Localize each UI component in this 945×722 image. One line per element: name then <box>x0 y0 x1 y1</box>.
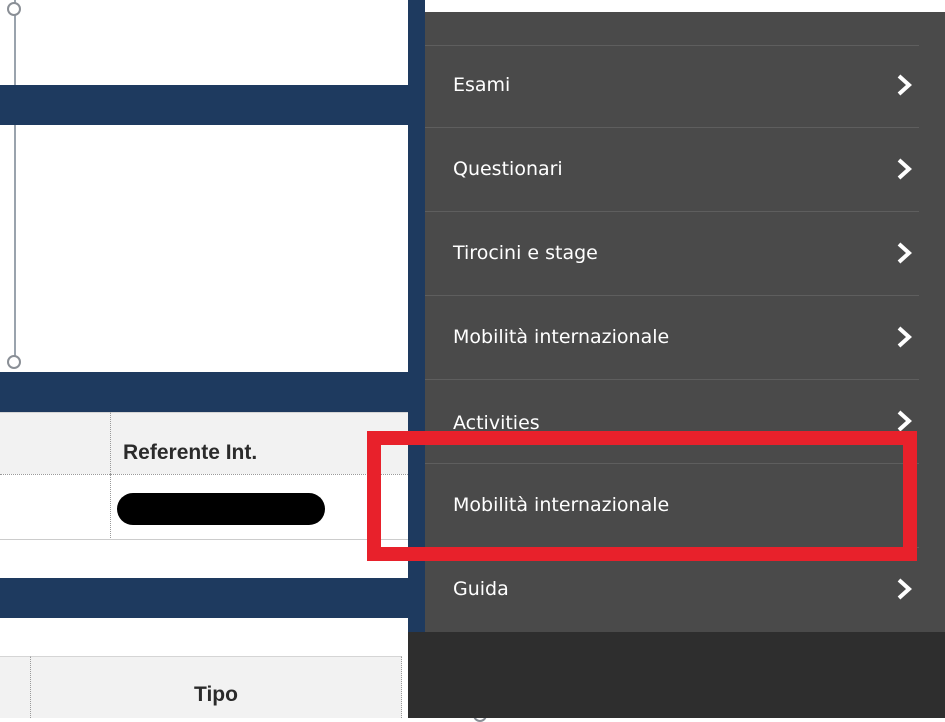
menu-item-esami[interactable]: Esami <box>425 46 919 128</box>
chevron-right-icon <box>897 158 912 180</box>
menu-item-label: Guida <box>453 578 509 600</box>
selection-frame-line <box>14 0 16 360</box>
table-header-cell <box>0 656 30 718</box>
section-header-bar <box>0 85 410 125</box>
menu-item-guida[interactable]: Guida <box>425 550 919 632</box>
menu-top-gap <box>408 0 945 12</box>
referente-column-header: Referente Int. <box>110 412 410 474</box>
menu-footer <box>408 632 945 718</box>
section-header-bar <box>0 578 410 618</box>
menu-item-label: Questionari <box>453 158 563 180</box>
chevron-right-icon <box>897 326 912 348</box>
menu-item-label: Mobilità internazionale <box>453 326 670 348</box>
menu-item-mobilita[interactable]: Mobilità internazionale <box>425 298 919 380</box>
table-row-divider <box>0 539 410 540</box>
section-header-bar <box>0 372 410 412</box>
menu-item-mobilita-internazionale-sub[interactable]: Mobilità internazionale <box>425 466 919 548</box>
tipo-column-header: Tipo <box>30 656 402 718</box>
chevron-right-icon <box>897 578 912 600</box>
chevron-right-icon <box>897 242 912 264</box>
menu-item-tirocini[interactable]: Tirocini e stage <box>425 214 919 296</box>
menu-item-label: Mobilità internazionale <box>453 494 670 516</box>
redacted-name <box>117 493 325 525</box>
resize-handle[interactable] <box>7 355 21 369</box>
menu-accent-bar <box>408 0 425 632</box>
menu-item-activities[interactable]: Activities <box>425 382 919 464</box>
page-content: Referente Int. Tipo <box>0 0 410 718</box>
chevron-right-icon <box>897 410 912 432</box>
menu-item-label: Esami <box>453 74 511 96</box>
menu-item-label: Activities <box>453 412 540 434</box>
table-header-cell <box>0 412 110 474</box>
menu-item-questionari[interactable]: Questionari <box>425 130 919 212</box>
resize-handle[interactable] <box>7 2 21 16</box>
chevron-right-icon <box>897 74 912 96</box>
menu-item-label: Tirocini e stage <box>453 242 598 264</box>
